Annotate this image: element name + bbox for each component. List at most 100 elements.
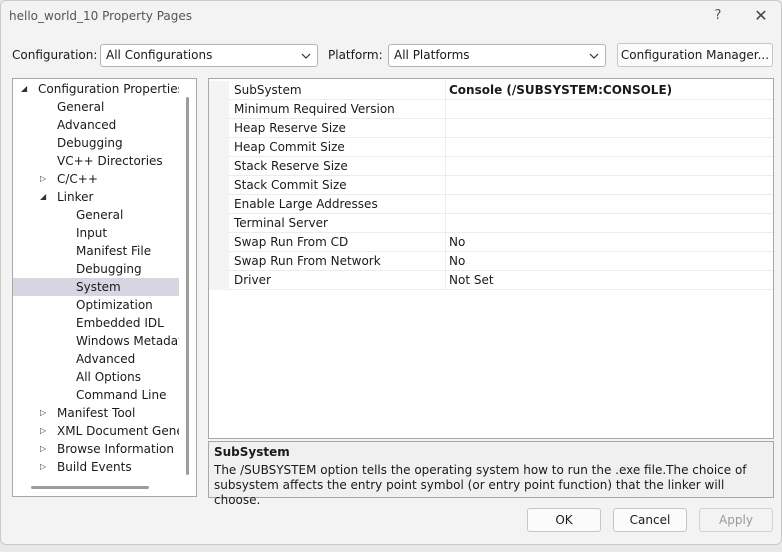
tree-item-label: Optimization	[76, 298, 153, 312]
tree-item-label: Manifest Tool	[57, 406, 136, 420]
property-row[interactable]: Minimum Required Version	[209, 100, 773, 119]
chevron-down-icon	[589, 53, 599, 59]
tree-item[interactable]: Input	[13, 224, 179, 242]
row-gutter	[209, 195, 229, 214]
tree-item-label: General	[57, 100, 105, 114]
column-separator	[445, 176, 446, 195]
tree-item-label: Configuration Properties	[38, 82, 179, 96]
configuration-select[interactable]: All Configurations	[100, 44, 318, 67]
row-gutter	[209, 119, 229, 138]
tree-horizontal-scrollbar[interactable]	[31, 486, 149, 489]
tree-item[interactable]: Debugging	[13, 134, 179, 152]
collapse-arrow-icon[interactable]: ◢	[40, 188, 50, 206]
expand-arrow-icon[interactable]: ▷	[40, 440, 50, 458]
window-title: hello_world_10 Property Pages	[9, 9, 193, 23]
column-separator	[445, 214, 446, 233]
tree-item-label: Advanced	[57, 118, 117, 132]
tree-item[interactable]: All Options	[13, 368, 179, 386]
tree-vertical-scrollbar[interactable]	[186, 97, 189, 475]
cancel-button[interactable]: Cancel	[613, 508, 687, 532]
property-name: Enable Large Addresses	[234, 197, 378, 211]
property-name: Driver	[234, 273, 271, 287]
tree-item[interactable]: Windows Metadata	[13, 332, 179, 350]
description-panel: SubSystem The /SUBSYSTEM option tells th…	[208, 441, 774, 507]
tree-item[interactable]: Manifest File	[13, 242, 179, 260]
property-name: Stack Commit Size	[234, 178, 347, 192]
tree-item[interactable]: ◢ Configuration Properties	[13, 80, 179, 98]
ok-button[interactable]: OK	[527, 508, 601, 532]
tree-item-label: Windows Metadata	[76, 334, 179, 348]
column-separator	[445, 100, 446, 119]
apply-button[interactable]: Apply	[699, 508, 773, 532]
column-separator	[445, 119, 446, 138]
configuration-manager-button[interactable]: Configuration Manager...	[617, 43, 773, 67]
row-gutter	[209, 252, 229, 271]
tree-item[interactable]: Command Line	[13, 386, 179, 404]
tree-item-label: Browse Information	[57, 442, 174, 456]
property-row[interactable]: Driver Not Set	[209, 271, 773, 290]
tree-item[interactable]: Optimization	[13, 296, 179, 314]
property-row[interactable]: Heap Commit Size	[209, 138, 773, 157]
tree-item[interactable]: General	[13, 206, 179, 224]
row-gutter	[209, 233, 229, 252]
tree-item[interactable]: ◢ Linker	[13, 188, 179, 206]
property-row[interactable]: Terminal Server	[209, 214, 773, 233]
property-row[interactable]: Swap Run From Network No	[209, 252, 773, 271]
platform-label: Platform:	[328, 48, 383, 62]
tree-item[interactable]: ▷ C/C++	[13, 170, 179, 188]
tree-item-label: Linker	[57, 190, 94, 204]
help-button[interactable]: ?	[707, 4, 729, 28]
tree-item[interactable]: VC++ Directories	[13, 152, 179, 170]
tree-item-label: General	[76, 208, 124, 222]
property-pages-dialog: hello_world_10 Property Pages ? ✕ Config…	[0, 0, 782, 545]
tree-item-label: VC++ Directories	[57, 154, 163, 168]
row-gutter	[209, 138, 229, 157]
property-value[interactable]: Console (/SUBSYSTEM:CONSOLE)	[449, 83, 672, 97]
tree-item[interactable]: ▷ XML Document Genera	[13, 422, 179, 440]
tree-item[interactable]: Embedded IDL	[13, 314, 179, 332]
tree-item[interactable]: Advanced	[13, 350, 179, 368]
tree-item-label: Debugging	[76, 262, 142, 276]
platform-select-value: All Platforms	[394, 48, 470, 62]
row-gutter	[209, 214, 229, 233]
tree-item[interactable]: Debugging	[13, 260, 179, 278]
title-bar: hello_world_10 Property Pages ? ✕	[1, 1, 781, 33]
tree-item[interactable]: General	[13, 98, 179, 116]
property-name: Heap Commit Size	[234, 140, 345, 154]
platform-select[interactable]: All Platforms	[388, 44, 606, 67]
tree-item[interactable]: System	[13, 278, 179, 296]
close-button[interactable]: ✕	[749, 4, 773, 28]
chevron-down-icon	[301, 53, 311, 59]
property-grid: SubSystem Console (/SUBSYSTEM:CONSOLE) Min…	[208, 78, 774, 439]
tree-item[interactable]: ▷ Manifest Tool	[13, 404, 179, 422]
tree-item[interactable]: ▷ Browse Information	[13, 440, 179, 458]
property-value[interactable]: No	[449, 235, 465, 249]
expand-arrow-icon[interactable]: ▷	[40, 422, 50, 440]
property-name: Swap Run From CD	[234, 235, 349, 249]
column-separator	[445, 271, 446, 290]
expand-arrow-icon[interactable]: ▷	[40, 170, 50, 188]
property-row[interactable]: Enable Large Addresses	[209, 195, 773, 214]
collapse-arrow-icon[interactable]: ◢	[21, 80, 31, 98]
row-gutter	[209, 271, 229, 290]
property-row[interactable]: Stack Commit Size	[209, 176, 773, 195]
property-row[interactable]: Swap Run From CD No	[209, 233, 773, 252]
expand-arrow-icon[interactable]: ▷	[40, 404, 50, 422]
property-value[interactable]: Not Set	[449, 273, 494, 287]
tree-item[interactable]: ▷ Build Events	[13, 458, 179, 476]
property-row[interactable]: Heap Reserve Size	[209, 119, 773, 138]
property-name: Terminal Server	[234, 216, 328, 230]
column-separator	[445, 252, 446, 271]
tree-item-label: Advanced	[76, 352, 136, 366]
tree-item-label: XML Document Genera	[57, 424, 179, 438]
property-name: Minimum Required Version	[234, 102, 395, 116]
configuration-label: Configuration:	[12, 48, 98, 62]
column-separator	[445, 195, 446, 214]
tree-item[interactable]: Advanced	[13, 116, 179, 134]
property-row[interactable]: Stack Reserve Size	[209, 157, 773, 176]
property-row[interactable]: SubSystem Console (/SUBSYSTEM:CONSOLE)	[209, 81, 773, 100]
property-value[interactable]: No	[449, 254, 465, 268]
row-gutter	[209, 81, 229, 100]
expand-arrow-icon[interactable]: ▷	[40, 458, 50, 476]
tree-item-label: C/C++	[57, 172, 98, 186]
